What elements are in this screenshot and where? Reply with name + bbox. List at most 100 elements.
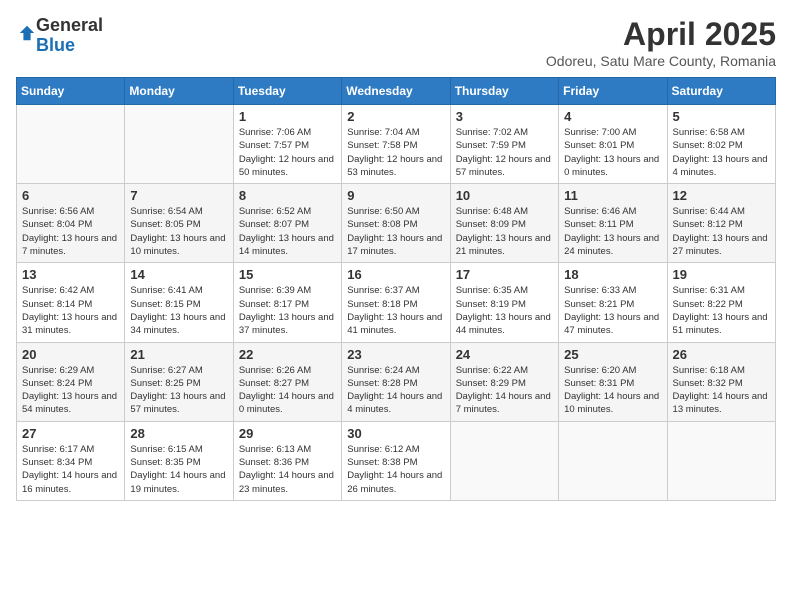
calendar-day-cell: 27 Sunrise: 6:17 AM Sunset: 8:34 PM Dayli… [17,421,125,500]
day-number: 22 [239,347,336,362]
day-number: 18 [564,267,661,282]
calendar-day-cell: 16Sunrise: 6:37 AM Sunset: 8:18 PM Dayli… [342,263,450,342]
day-info: Sunrise: 6:33 AM Sunset: 8:21 PM Dayligh… [564,284,661,337]
calendar-day-cell: 15Sunrise: 6:39 AM Sunset: 8:17 PM Dayli… [233,263,341,342]
day-info: Sunrise: 6:46 AM Sunset: 8:11 PM Dayligh… [564,205,661,258]
day-number: 23 [347,347,444,362]
day-info: Sunrise: 6:58 AM Sunset: 8:02 PM Dayligh… [673,126,770,179]
calendar-day-cell: 22 Sunrise: 6:26 AM Sunset: 8:27 PM Dayli… [233,342,341,421]
day-number: 10 [456,188,553,203]
day-info: Sunrise: 6:24 AM Sunset: 8:28 PM Dayligh… [347,364,444,417]
calendar-day-cell [125,105,233,184]
day-number: 17 [456,267,553,282]
day-info: Sunrise: 6:22 AM Sunset: 8:29 PM Dayligh… [456,364,553,417]
day-info: Sunrise: 7:06 AM Sunset: 7:57 PM Dayligh… [239,126,336,179]
calendar-day-cell: 14 Sunrise: 6:41 AM Sunset: 8:15 PM Dayli… [125,263,233,342]
day-info: Sunrise: 6:29 AM Sunset: 8:24 PM Dayligh… [22,364,119,417]
day-info: Sunrise: 6:31 AM Sunset: 8:22 PM Dayligh… [673,284,770,337]
day-number: 12 [673,188,770,203]
calendar-table: SundayMondayTuesdayWednesdayThursdayFrid… [16,77,776,501]
weekday-header-sunday: Sunday [17,78,125,105]
day-number: 14 [130,267,227,282]
day-number: 2 [347,109,444,124]
calendar-day-cell: 13Sunrise: 6:42 AM Sunset: 8:14 PM Dayli… [17,263,125,342]
day-info: Sunrise: 6:54 AM Sunset: 8:05 PM Dayligh… [130,205,227,258]
day-info: Sunrise: 7:04 AM Sunset: 7:58 PM Dayligh… [347,126,444,179]
day-info: Sunrise: 6:26 AM Sunset: 8:27 PM Dayligh… [239,364,336,417]
day-number: 30 [347,426,444,441]
day-number: 20 [22,347,119,362]
calendar-day-cell: 1 Sunrise: 7:06 AM Sunset: 7:57 PM Daylig… [233,105,341,184]
calendar-day-cell: 29 Sunrise: 6:13 AM Sunset: 8:36 PM Dayli… [233,421,341,500]
day-info: Sunrise: 7:02 AM Sunset: 7:59 PM Dayligh… [456,126,553,179]
logo-icon [18,24,36,42]
day-number: 27 [22,426,119,441]
logo-text: General Blue [36,16,103,56]
day-number: 29 [239,426,336,441]
day-info: Sunrise: 6:52 AM Sunset: 8:07 PM Dayligh… [239,205,336,258]
weekday-header-thursday: Thursday [450,78,558,105]
day-number: 8 [239,188,336,203]
calendar-day-cell: 12 Sunrise: 6:44 AM Sunset: 8:12 PM Dayli… [667,184,775,263]
calendar-day-cell: 18 Sunrise: 6:33 AM Sunset: 8:21 PM Dayli… [559,263,667,342]
calendar-day-cell: 23 Sunrise: 6:24 AM Sunset: 8:28 PM Dayli… [342,342,450,421]
calendar-day-cell: 17 Sunrise: 6:35 AM Sunset: 8:19 PM Dayli… [450,263,558,342]
day-number: 1 [239,109,336,124]
calendar-day-cell: 28Sunrise: 6:15 AM Sunset: 8:35 PM Dayli… [125,421,233,500]
calendar-week-row: 1 Sunrise: 7:06 AM Sunset: 7:57 PM Daylig… [17,105,776,184]
day-info: Sunrise: 6:13 AM Sunset: 8:36 PM Dayligh… [239,443,336,496]
calendar-day-cell: 8 Sunrise: 6:52 AM Sunset: 8:07 PM Daylig… [233,184,341,263]
day-number: 5 [673,109,770,124]
day-info: Sunrise: 6:12 AM Sunset: 8:38 PM Dayligh… [347,443,444,496]
day-number: 28 [130,426,227,441]
day-number: 11 [564,188,661,203]
weekday-header-friday: Friday [559,78,667,105]
day-info: Sunrise: 6:35 AM Sunset: 8:19 PM Dayligh… [456,284,553,337]
day-info: Sunrise: 7:00 AM Sunset: 8:01 PM Dayligh… [564,126,661,179]
calendar-week-row: 13Sunrise: 6:42 AM Sunset: 8:14 PM Dayli… [17,263,776,342]
weekday-header-saturday: Saturday [667,78,775,105]
calendar-day-cell [559,421,667,500]
calendar-week-row: 6Sunrise: 6:56 AM Sunset: 8:04 PM Daylig… [17,184,776,263]
calendar-day-cell: 30 Sunrise: 6:12 AM Sunset: 8:38 PM Dayli… [342,421,450,500]
weekday-header-wednesday: Wednesday [342,78,450,105]
day-number: 7 [130,188,227,203]
calendar-day-cell: 5 Sunrise: 6:58 AM Sunset: 8:02 PM Daylig… [667,105,775,184]
day-number: 6 [22,188,119,203]
month-title: April 2025 [546,16,776,53]
day-number: 15 [239,267,336,282]
day-info: Sunrise: 6:42 AM Sunset: 8:14 PM Dayligh… [22,284,119,337]
title-block: April 2025 Odoreu, Satu Mare County, Rom… [546,16,776,69]
calendar-day-cell: 24Sunrise: 6:22 AM Sunset: 8:29 PM Dayli… [450,342,558,421]
calendar-day-cell: 21 Sunrise: 6:27 AM Sunset: 8:25 PM Dayli… [125,342,233,421]
calendar-day-cell [667,421,775,500]
day-number: 21 [130,347,227,362]
day-info: Sunrise: 6:48 AM Sunset: 8:09 PM Dayligh… [456,205,553,258]
day-number: 3 [456,109,553,124]
weekday-header-monday: Monday [125,78,233,105]
calendar-day-cell: 19 Sunrise: 6:31 AM Sunset: 8:22 PM Dayli… [667,263,775,342]
logo: General Blue [16,16,103,56]
calendar-day-cell: 10 Sunrise: 6:48 AM Sunset: 8:09 PM Dayli… [450,184,558,263]
calendar-day-cell: 9Sunrise: 6:50 AM Sunset: 8:08 PM Daylig… [342,184,450,263]
day-number: 19 [673,267,770,282]
day-info: Sunrise: 6:44 AM Sunset: 8:12 PM Dayligh… [673,205,770,258]
calendar-day-cell: 4 Sunrise: 7:00 AM Sunset: 8:01 PM Daylig… [559,105,667,184]
day-info: Sunrise: 6:18 AM Sunset: 8:32 PM Dayligh… [673,364,770,417]
day-number: 26 [673,347,770,362]
calendar-week-row: 20 Sunrise: 6:29 AM Sunset: 8:24 PM Dayli… [17,342,776,421]
day-number: 4 [564,109,661,124]
calendar-day-cell: 25 Sunrise: 6:20 AM Sunset: 8:31 PM Dayli… [559,342,667,421]
logo-blue: Blue [36,35,75,55]
day-number: 25 [564,347,661,362]
page-header: General Blue April 2025 Odoreu, Satu Mar… [16,16,776,69]
calendar-day-cell [17,105,125,184]
day-info: Sunrise: 6:27 AM Sunset: 8:25 PM Dayligh… [130,364,227,417]
calendar-day-cell: 26 Sunrise: 6:18 AM Sunset: 8:32 PM Dayli… [667,342,775,421]
calendar-day-cell [450,421,558,500]
day-info: Sunrise: 6:20 AM Sunset: 8:31 PM Dayligh… [564,364,661,417]
day-info: Sunrise: 6:41 AM Sunset: 8:15 PM Dayligh… [130,284,227,337]
day-info: Sunrise: 6:17 AM Sunset: 8:34 PM Dayligh… [22,443,119,496]
weekday-header-tuesday: Tuesday [233,78,341,105]
calendar-day-cell: 11 Sunrise: 6:46 AM Sunset: 8:11 PM Dayli… [559,184,667,263]
